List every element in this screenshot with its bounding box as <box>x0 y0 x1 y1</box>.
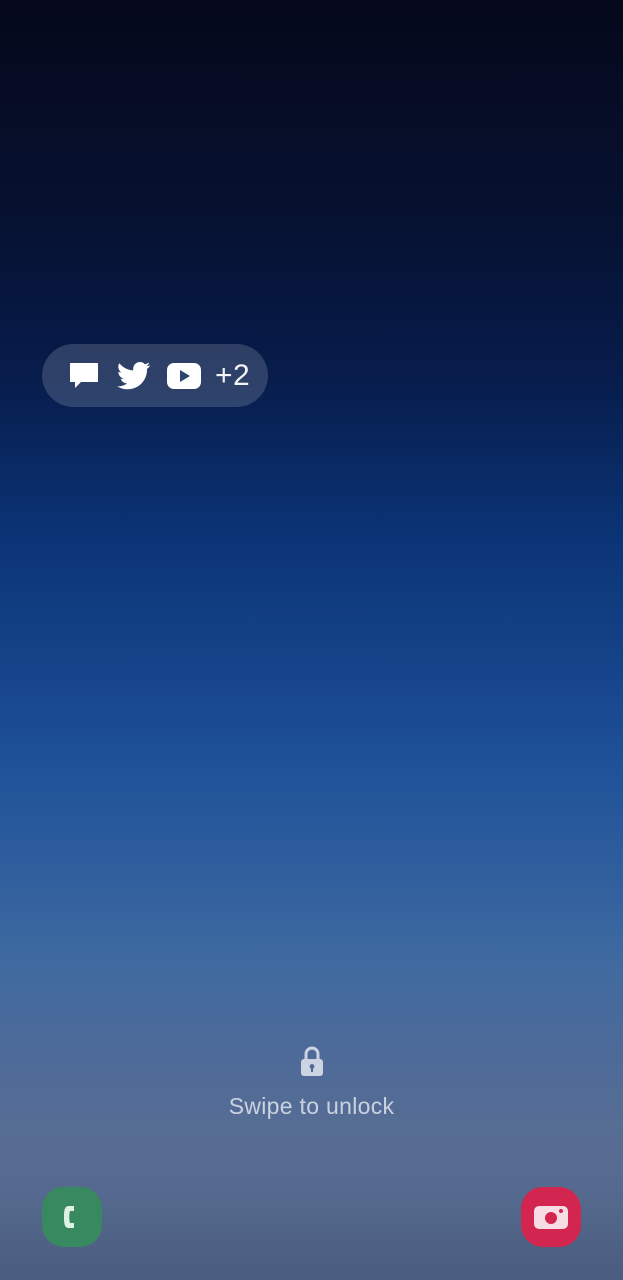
camera-shortcut-button[interactable] <box>521 1187 581 1247</box>
twitter-icon <box>117 359 151 393</box>
phone-shortcut-button[interactable] <box>42 1187 102 1247</box>
notification-icons-pill[interactable]: +2 <box>42 344 268 407</box>
youtube-icon <box>167 359 201 393</box>
lock-area[interactable]: Swipe to unlock <box>0 1045 623 1120</box>
lock-icon <box>300 1046 323 1076</box>
swipe-to-unlock-text: Swipe to unlock <box>228 1093 395 1119</box>
more-notifications-count: +2 <box>215 358 251 392</box>
camera-icon <box>534 1206 568 1229</box>
message-icon <box>67 359 101 393</box>
phone-icon <box>64 1206 74 1228</box>
